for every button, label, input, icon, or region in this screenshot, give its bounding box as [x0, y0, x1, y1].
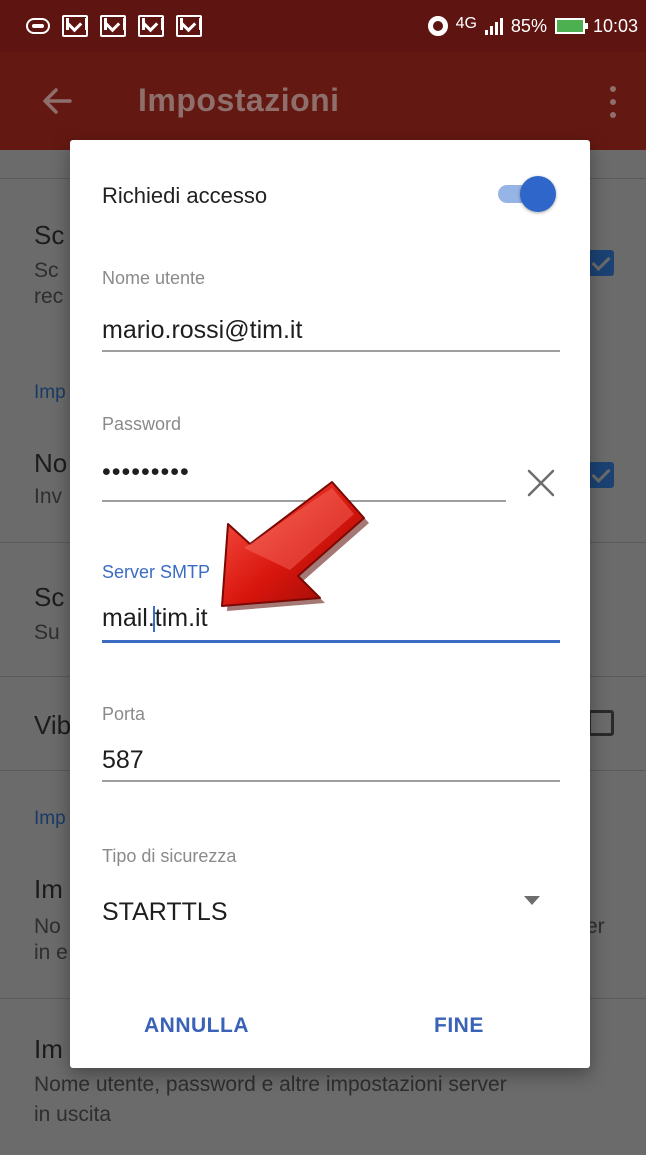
gmail-icon [138, 15, 164, 37]
require-login-switch[interactable] [496, 176, 556, 212]
section-header: Imp [34, 382, 66, 403]
page-title: Impostazioni [138, 82, 340, 118]
system-icons: 4G 85% 10:03 [427, 15, 638, 37]
more-options-icon[interactable] [608, 86, 618, 118]
checkbox-checked[interactable] [588, 462, 614, 488]
pointer-arrow-icon [221, 481, 369, 611]
setting-summary: in e [34, 941, 68, 964]
setting-title: Sc [34, 582, 65, 612]
gmail-icon [100, 15, 126, 37]
setting-summary: in uscita [34, 1103, 112, 1126]
battery-icon [554, 18, 588, 34]
sync-icon [427, 16, 448, 36]
switch-thumb [520, 176, 556, 212]
setting-title: Im [34, 874, 63, 904]
security-type-label: Tipo di sicurezza [102, 846, 237, 866]
setting-title: Im [34, 1034, 63, 1064]
username-underline [102, 350, 560, 352]
cancel-button[interactable]: ANNULLA [144, 1014, 249, 1038]
setting-title: Vib [34, 710, 72, 740]
setting-summary: rec [34, 285, 64, 308]
smtp-server-label: Server SMTP [102, 562, 211, 582]
security-type-select[interactable]: STARTTLS [102, 898, 228, 927]
signal-icon [484, 17, 503, 35]
setting-summary: Sc [34, 259, 59, 282]
dropdown-arrow-icon[interactable] [524, 896, 540, 906]
clock: 10:03 [592, 15, 638, 36]
battery-percent: 85% [510, 15, 547, 36]
smtp-server-underline [102, 640, 560, 643]
checkbox-unchecked[interactable] [588, 710, 614, 736]
gmail-icon [62, 15, 88, 37]
setting-summary: Inv [34, 485, 63, 508]
setting-summary: Su [34, 621, 60, 644]
text-cursor [153, 606, 155, 632]
username-label: Nome utente [102, 268, 206, 288]
checkbox-checked[interactable] [588, 250, 614, 276]
port-field[interactable]: 587 [102, 746, 144, 775]
require-login-label: Richiedi accesso [102, 183, 268, 208]
port-label: Porta [102, 704, 146, 724]
section-header: Imp [34, 808, 66, 829]
status-bar: 4G 85% 10:03 [0, 0, 646, 52]
port-underline [102, 780, 560, 782]
clear-icon[interactable] [526, 468, 556, 498]
setting-title: No [34, 448, 68, 478]
setting-summary: Nome utente, password e altre impostazio… [34, 1073, 507, 1096]
setting-title: Sc [34, 220, 65, 250]
done-button[interactable]: FINE [434, 1014, 484, 1038]
call-icon [26, 18, 50, 34]
password-label: Password [102, 414, 182, 434]
back-arrow-icon[interactable] [42, 88, 72, 114]
username-field[interactable]: mario.rossi@tim.it [102, 316, 302, 345]
network-type: 4G [455, 15, 477, 32]
setting-summary: No [34, 915, 61, 938]
app-bar: Impostazioni [0, 52, 646, 150]
gmail-icon [176, 15, 202, 37]
password-field[interactable]: ••••••••• [102, 458, 190, 487]
notification-icons [26, 15, 202, 37]
